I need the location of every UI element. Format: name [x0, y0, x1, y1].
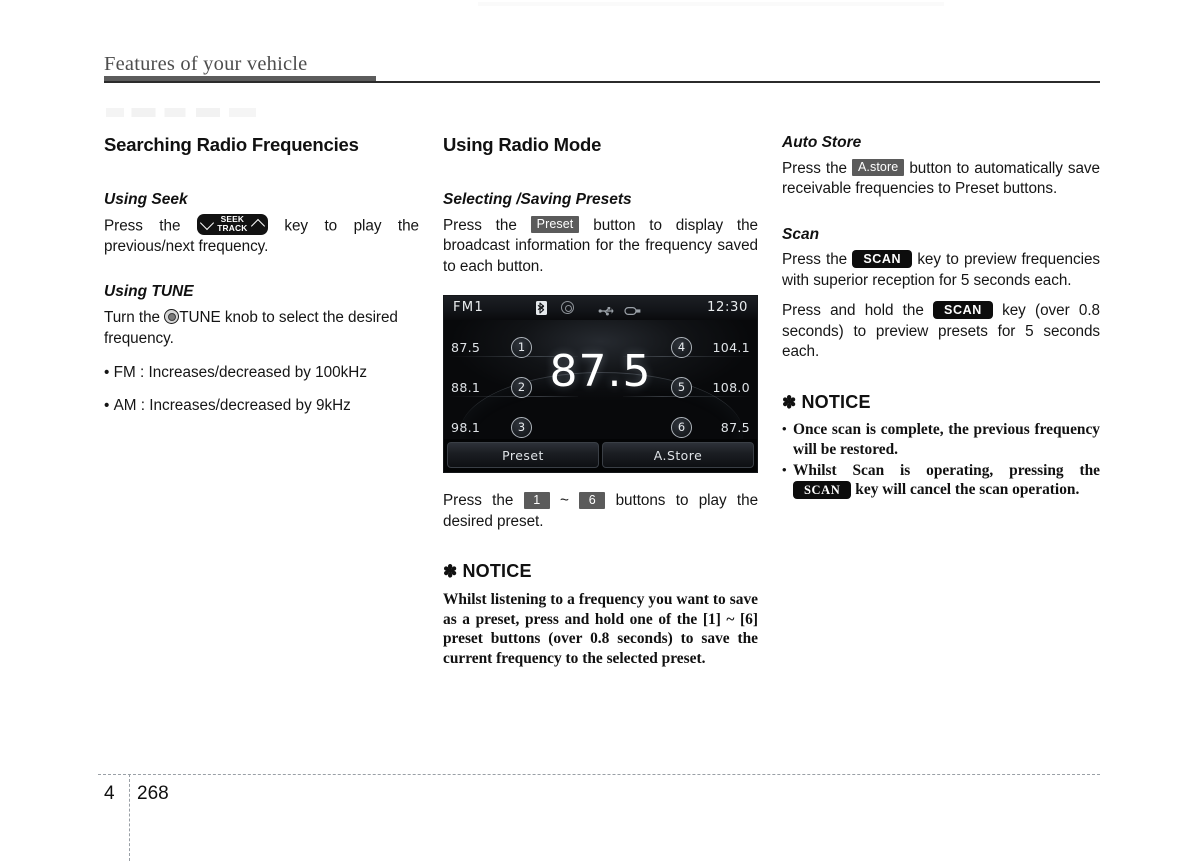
scan-paragraph-one: Press the SCAN key to preview frequencie…	[782, 250, 1100, 291]
footer-page-number: 268	[137, 783, 169, 804]
tune-knob-icon	[164, 309, 180, 325]
section-title-searching-radio-frequencies: Searching Radio Frequencies	[104, 134, 359, 155]
notice-list-col3: Once scan is complete, the previous freq…	[782, 419, 1100, 500]
radio-preset-number: 1	[511, 336, 532, 358]
scan-key-chip: SCAN	[852, 250, 913, 269]
auto-store-text-before: Press the	[782, 159, 847, 177]
preset-one-chip: 1	[523, 491, 550, 509]
notice-heading-text: NOTICE	[462, 561, 532, 582]
notice-bullet-text-after: key will cancel the scan operation.	[855, 481, 1080, 499]
scan-p1-text-before: Press the	[782, 251, 848, 269]
radio-status-icons	[536, 300, 656, 316]
radio-preset-number: 6	[671, 416, 692, 438]
section-title-using-radio-mode: Using Radio Mode	[443, 134, 602, 155]
radio-preset-number: 4	[671, 336, 692, 358]
play-preset-paragraph: Press the 1 ~ 6 buttons to play the desi…	[443, 491, 758, 532]
radio-preset-frequency: 108.0	[712, 379, 750, 395]
radio-button-bar: Preset A.Store	[444, 439, 757, 473]
radio-display-illustration: FM1 12:30 87.5 87.5 1 88.1 2 98.1 3 4 10…	[443, 295, 758, 474]
notice-body-col2: Whilst listening to a frequency you want…	[443, 591, 758, 667]
column-three: Auto Store Press the A.store button to a…	[782, 134, 1100, 501]
scan-key-chip: SCAN	[933, 301, 993, 320]
radio-preset-item[interactable]: 4 104.1	[654, 327, 750, 367]
using-tune-paragraph: Turn the TUNE knob to select the desired…	[104, 308, 419, 349]
notice-heading-col2: ✽ NOTICE	[443, 561, 758, 582]
tune-bullet-fm: • FM : Increases/decreased by 100kHz	[104, 364, 367, 381]
scan-key-chip: SCAN	[793, 480, 852, 499]
radio-preset-item[interactable]: 87.5 1	[451, 327, 541, 367]
subsection-using-tune: Using TUNE	[104, 283, 194, 301]
notice-heading-col3: ✽ NOTICE	[782, 391, 1100, 413]
radio-clock: 12:30	[706, 300, 748, 316]
tune-bullet-fm-text: FM : Increases/decreased by 100kHz	[113, 364, 367, 381]
asterisk-icon: ✽	[443, 562, 458, 582]
notice-bullet: Whilst Scan is operating, pressing the S…	[782, 460, 1100, 500]
auto-store-paragraph: Press the A.store button to automaticall…	[782, 159, 1100, 200]
radio-preset-frequency: 88.1	[451, 379, 481, 395]
preset-six-chip: 6	[579, 491, 606, 509]
notice-bullet-text-before: Whilst Scan is operating, pressing the	[793, 461, 1100, 479]
preset-key-chip: Preset	[530, 216, 580, 234]
bluetooth-icon	[536, 300, 547, 315]
selecting-presets-paragraph: Press the Preset button to display the b…	[443, 216, 758, 278]
astore-key-chip: A.store	[852, 159, 905, 177]
tune-knob-label: TUNE	[179, 309, 221, 326]
radio-astore-button[interactable]: A.Store	[602, 442, 754, 469]
radio-preset-item[interactable]: 5 108.0	[654, 367, 750, 407]
radio-preset-item[interactable]: 88.1 2	[451, 367, 541, 407]
subsection-using-seek: Using Seek	[104, 191, 188, 209]
radio-band-label: FM1	[453, 300, 484, 316]
radio-main-stage: 87.5 87.5 1 88.1 2 98.1 3 4 104.1 5 108.…	[444, 320, 757, 441]
subsection-auto-store: Auto Store	[782, 134, 862, 151]
footer-horizontal-rule	[98, 774, 1100, 775]
footer-vertical-rule	[129, 774, 130, 861]
subsection-scan: Scan	[782, 225, 820, 243]
disc-icon	[561, 301, 574, 315]
notice-heading-text: NOTICE	[801, 391, 871, 412]
using-seek-paragraph: Press the SEEK TRACK key to play the pre…	[104, 213, 419, 258]
usb-icon	[598, 303, 616, 316]
page-columns: Searching Radio Frequencies Using Seek P…	[0, 0, 1200, 861]
column-two: Using Radio Mode Selecting /Saving Prese…	[443, 134, 758, 669]
using-tune-text-before: Turn the	[104, 309, 160, 326]
column-one: Searching Radio Frequencies Using Seek P…	[104, 134, 419, 416]
footer-chapter-number: 4	[104, 783, 115, 804]
tune-bullet-am: • AM : Increases/decreased by 9kHz	[104, 396, 351, 414]
scan-p2-text-before: Press and hold the	[782, 302, 924, 320]
notice-bullet: Once scan is complete, the previous freq…	[782, 419, 1100, 459]
seek-track-key-icon: SEEK TRACK	[196, 213, 268, 235]
subsection-selecting-saving-presets: Selecting /Saving Presets	[443, 191, 632, 209]
radio-presets-right: 4 104.1 5 108.0 6 87.5	[654, 327, 750, 447]
using-seek-text-before: Press the	[104, 217, 181, 235]
radio-preset-frequency: 104.1	[712, 339, 750, 355]
radio-preset-frequency: 87.5	[720, 419, 750, 435]
radio-preset-number: 3	[511, 416, 532, 438]
radio-preset-frequency: 87.5	[451, 339, 481, 355]
selecting-presets-text-before: Press the	[443, 216, 517, 234]
play-preset-text-before: Press the	[443, 492, 514, 510]
radio-preset-number: 2	[511, 376, 532, 398]
aux-icon	[624, 303, 642, 316]
tune-bullet-am-text: AM : Increases/decreased by 9kHz	[113, 396, 351, 414]
radio-presets-left: 87.5 1 88.1 2 98.1 3	[451, 327, 541, 447]
radio-preset-button[interactable]: Preset	[447, 442, 599, 469]
seek-key-line2: TRACK	[217, 223, 248, 234]
scan-paragraph-two: Press and hold the SCAN key (over 0.8 se…	[782, 301, 1100, 363]
preset-range-tilde: ~	[560, 492, 569, 510]
radio-preset-number: 5	[671, 376, 692, 398]
asterisk-icon: ✽	[782, 392, 797, 412]
radio-preset-frequency: 98.1	[451, 419, 481, 435]
